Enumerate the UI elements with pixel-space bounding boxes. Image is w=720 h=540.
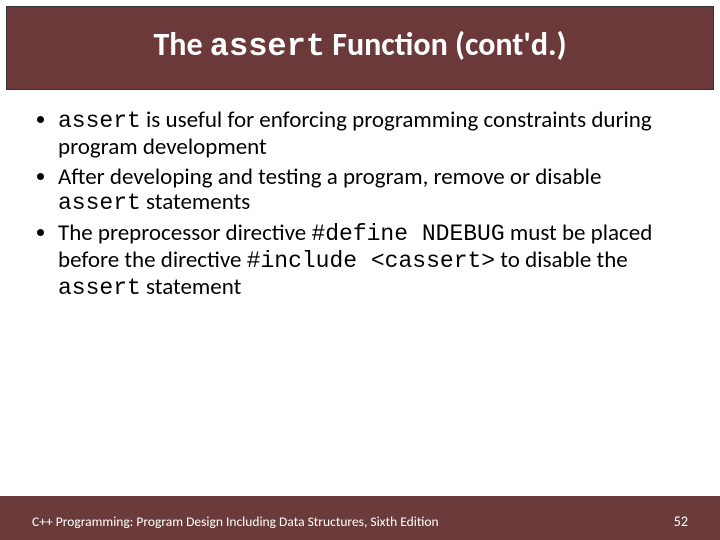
page-number: 52 <box>674 513 688 530</box>
list-item: After developing and testing a program, … <box>58 165 684 218</box>
footer-bar: C++ Programming: Program Design Includin… <box>0 496 720 540</box>
bullet-code: assert <box>58 275 141 301</box>
list-item: assert is useful for enforcing programmi… <box>58 108 684 161</box>
slide-title: The assert Function (cont'd.) <box>153 27 566 64</box>
title-pre: The <box>153 25 209 64</box>
bullet-text: statement <box>141 273 241 301</box>
bullet-code: #include <cassert> <box>247 248 495 274</box>
bullet-text: to disable the <box>495 246 628 274</box>
slide-body: assert is useful for enforcing programmi… <box>0 90 720 301</box>
bullet-code: #define NDEBUG <box>311 221 504 247</box>
list-item: The preprocessor directive #define NDEBU… <box>58 221 684 301</box>
footer-text: C++ Programming: Program Design Includin… <box>32 513 439 530</box>
title-post: Function (cont'd.) <box>325 25 567 64</box>
title-code: assert <box>210 28 325 65</box>
bullet-text: is useful for enforcing programming cons… <box>58 106 652 161</box>
title-band: The assert Function (cont'd.) <box>6 6 714 90</box>
bullet-text: statements <box>141 188 250 216</box>
bullet-text: After developing and testing a program, … <box>58 163 601 191</box>
slide: The assert Function (cont'd.) assert is … <box>0 6 720 540</box>
bullet-text: The preprocessor directive <box>58 219 311 247</box>
bullet-code: assert <box>58 108 141 134</box>
bullet-code: assert <box>58 190 141 216</box>
bullet-list: assert is useful for enforcing programmi… <box>36 108 684 301</box>
